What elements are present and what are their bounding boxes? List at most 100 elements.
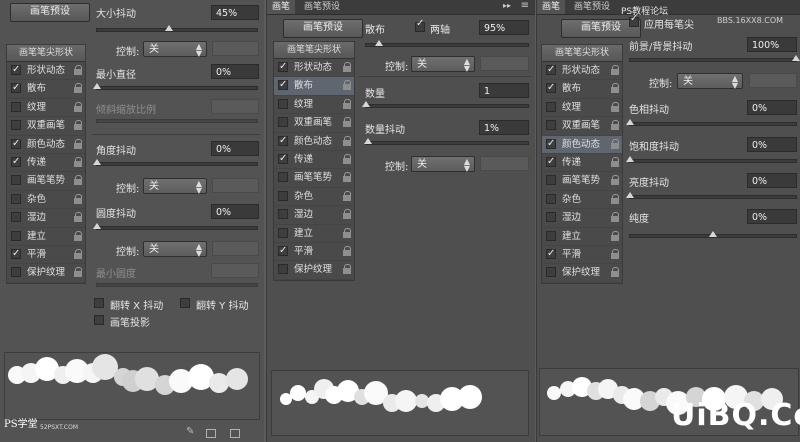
size-jitter-field[interactable]: 45% (211, 5, 259, 20)
roundness-jitter-field[interactable]: 0% (211, 204, 259, 219)
brush-setting-row[interactable]: 传递 (542, 153, 622, 173)
brush-setting-checkbox[interactable] (11, 135, 21, 152)
lock-icon[interactable] (343, 172, 351, 183)
brush-setting-checkbox[interactable] (11, 193, 21, 204)
control-select[interactable]: 关 ▲ ▼ (411, 56, 475, 73)
hue-jitter-slider[interactable] (626, 119, 797, 126)
brush-setting-checkbox[interactable] (546, 135, 556, 152)
brush-setting-row[interactable]: 建立 (7, 228, 85, 246)
lock-icon[interactable] (74, 175, 82, 186)
slider-thumb[interactable] (362, 101, 370, 107)
lock-icon[interactable] (343, 245, 351, 256)
slider-thumb[interactable] (93, 159, 101, 165)
slider-thumb[interactable] (93, 223, 101, 229)
angle-jitter-field[interactable]: 0% (211, 141, 259, 156)
brush-setting-checkbox[interactable] (11, 79, 21, 96)
brush-setting-checkbox[interactable] (11, 230, 21, 241)
brush-setting-row[interactable]: 湿边 (542, 209, 622, 228)
brush-setting-row[interactable]: 平滑 (7, 245, 85, 265)
menu-icon[interactable]: ≡ (521, 0, 529, 11)
brush-setting-checkbox[interactable] (11, 267, 21, 278)
brightness-jitter-field[interactable]: 0% (747, 173, 797, 188)
brush-tip-shape-header[interactable]: 画笔笔尖形状 (274, 42, 354, 59)
scatter-slider[interactable] (365, 40, 529, 47)
brush-setting-row[interactable]: 形状动态 (274, 58, 354, 78)
min-diameter-field[interactable]: 0% (211, 64, 259, 79)
brush-setting-row[interactable]: 杂色 (7, 191, 85, 210)
slider-thumb[interactable] (93, 83, 101, 89)
brush-setting-row[interactable]: 画笔笔势 (274, 169, 354, 188)
lock-icon[interactable] (611, 267, 619, 278)
brush-setting-checkbox[interactable] (278, 227, 288, 238)
brush-setting-row[interactable]: 散布 (274, 76, 354, 96)
lock-icon[interactable] (74, 230, 82, 241)
lock-icon[interactable] (343, 209, 351, 220)
slider-thumb[interactable] (626, 156, 634, 162)
lock-icon[interactable] (343, 190, 351, 201)
brush-setting-checkbox[interactable] (546, 101, 556, 112)
brush-setting-checkbox[interactable] (11, 245, 21, 262)
slider-thumb[interactable] (626, 192, 634, 198)
brush-setting-checkbox[interactable] (546, 175, 556, 186)
brush-setting-row[interactable]: 纹理 (274, 96, 354, 115)
brush-setting-row[interactable]: 散布 (7, 79, 85, 99)
brush-setting-checkbox[interactable] (11, 120, 21, 131)
slider-thumb[interactable] (709, 231, 717, 237)
brush-setting-checkbox[interactable] (546, 245, 556, 262)
collapse-icon[interactable]: ▸▸ (503, 1, 511, 10)
control-select[interactable]: 关 ▲ ▼ (411, 156, 475, 173)
lock-icon[interactable] (611, 230, 619, 241)
brush-setting-checkbox[interactable] (278, 242, 288, 259)
brush-setting-checkbox[interactable] (278, 209, 288, 220)
lock-icon[interactable] (74, 156, 82, 167)
size-jitter-slider[interactable] (96, 25, 258, 32)
purity-field[interactable]: 0% (747, 209, 797, 224)
control-select[interactable]: 关 ▲ ▼ (143, 41, 207, 58)
slider-thumb[interactable] (792, 55, 800, 61)
angle-jitter-slider[interactable] (93, 159, 258, 166)
brush-setting-row[interactable]: 颜色动态 (274, 132, 354, 151)
brush-setting-checkbox[interactable] (11, 175, 21, 186)
lock-icon[interactable] (611, 193, 619, 204)
brush-setting-checkbox[interactable] (546, 79, 556, 96)
brush-setting-checkbox[interactable] (546, 120, 556, 131)
toggle-panel-icon[interactable] (206, 429, 216, 438)
slider-thumb[interactable] (363, 138, 372, 144)
brush-setting-row[interactable]: 传递 (274, 150, 354, 170)
lock-icon[interactable] (343, 98, 351, 109)
tab-brush-presets[interactable]: 画笔预设 (299, 0, 345, 14)
brush-setting-row[interactable]: 纹理 (542, 99, 622, 118)
brush-setting-row[interactable]: 画笔笔势 (7, 172, 85, 191)
lock-icon[interactable] (74, 248, 82, 259)
brush-setting-row[interactable]: 建立 (542, 228, 622, 246)
lock-icon[interactable] (611, 138, 619, 149)
count-jitter-slider[interactable] (363, 138, 529, 145)
lock-icon[interactable] (611, 212, 619, 223)
brush-setting-row[interactable]: 双重画笔 (7, 117, 85, 136)
count-field[interactable]: 1 (479, 83, 529, 98)
brush-setting-row[interactable]: 平滑 (542, 245, 622, 265)
brush-setting-row[interactable]: 杂色 (542, 191, 622, 210)
lock-icon[interactable] (74, 65, 82, 75)
flip-y-checkbox[interactable] (180, 298, 190, 308)
brightness-jitter-slider[interactable] (626, 192, 797, 199)
tab-brush-presets[interactable]: 画笔预设 (569, 0, 615, 14)
lock-icon[interactable] (611, 120, 619, 131)
lock-icon[interactable] (343, 264, 351, 275)
tab-brush[interactable]: 画笔 (537, 0, 566, 14)
brush-setting-checkbox[interactable] (546, 153, 556, 170)
control-select[interactable]: 关 ▲ ▼ (677, 73, 743, 90)
scatter-field[interactable]: 95% (479, 20, 529, 35)
lock-icon[interactable] (343, 153, 351, 164)
brush-setting-checkbox[interactable] (11, 153, 21, 170)
brush-setting-checkbox[interactable] (278, 172, 288, 183)
brush-setting-checkbox[interactable] (278, 98, 288, 109)
brush-setting-row[interactable]: 建立 (274, 225, 354, 243)
lock-icon[interactable] (611, 83, 619, 94)
brush-setting-checkbox[interactable] (546, 212, 556, 223)
brush-setting-row[interactable]: 散布 (542, 79, 622, 99)
lock-icon[interactable] (74, 138, 82, 149)
brush-setting-row[interactable]: 保护纹理 (274, 261, 354, 280)
new-preset-icon[interactable] (230, 429, 240, 438)
brush-setting-row[interactable]: 传递 (7, 153, 85, 173)
